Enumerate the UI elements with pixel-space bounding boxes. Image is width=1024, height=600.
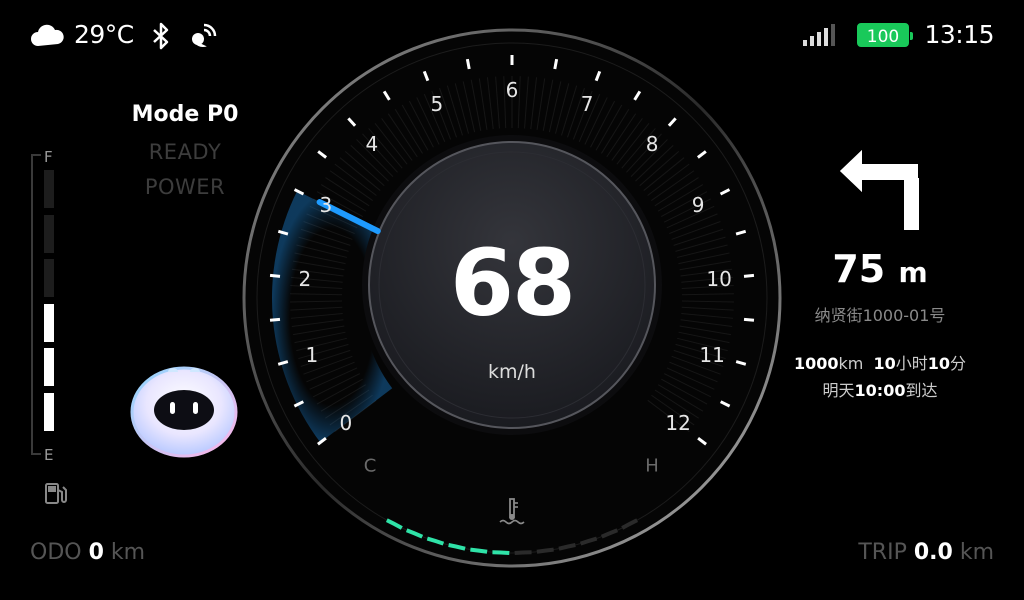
speed-scale-label: 6 bbox=[505, 78, 519, 102]
speed-scale-label: 4 bbox=[365, 132, 379, 157]
nav-distance: 75 m bbox=[832, 247, 928, 291]
temp-segment bbox=[492, 550, 510, 555]
major-tick bbox=[465, 58, 471, 70]
major-tick bbox=[743, 317, 755, 322]
trip-meter: TRIP 0.0 km bbox=[858, 540, 994, 565]
temp-cold-label: C bbox=[363, 455, 377, 477]
speed-scale-label: 11 bbox=[699, 342, 725, 367]
speed-scale-label: 3 bbox=[319, 193, 333, 218]
major-tick bbox=[269, 273, 281, 278]
speed-scale-label: 1 bbox=[305, 342, 319, 367]
temp-segment bbox=[470, 547, 488, 554]
major-tick bbox=[553, 58, 559, 70]
speed-scale-label: 9 bbox=[691, 193, 705, 218]
speed-scale-label: 7 bbox=[580, 92, 594, 117]
speed-unit: km/h bbox=[488, 361, 536, 383]
coolant-temp-icon bbox=[499, 498, 525, 525]
temp-segment bbox=[514, 550, 532, 555]
speed-scale-label: 10 bbox=[706, 266, 732, 291]
speed-scale-label: 2 bbox=[298, 266, 312, 291]
speed-scale-label: 8 bbox=[645, 132, 659, 157]
speed-scale-label: 0 bbox=[339, 411, 353, 436]
nav-remaining: 1000km 10小时10分 bbox=[793, 354, 967, 373]
nav-street-name: 纳贤街1000-01号 bbox=[814, 306, 946, 325]
temp-segment bbox=[536, 547, 554, 554]
speed-scale-label: 5 bbox=[430, 92, 444, 117]
nav-arrival: 明天10:00到达 bbox=[822, 381, 938, 400]
speed-value: 68 bbox=[449, 229, 576, 337]
turn-left-arrow-icon bbox=[840, 150, 919, 230]
speed-scale-label: 12 bbox=[665, 411, 691, 436]
temp-hot-label: H bbox=[645, 455, 659, 477]
major-tick bbox=[743, 273, 755, 278]
major-tick bbox=[269, 317, 281, 322]
